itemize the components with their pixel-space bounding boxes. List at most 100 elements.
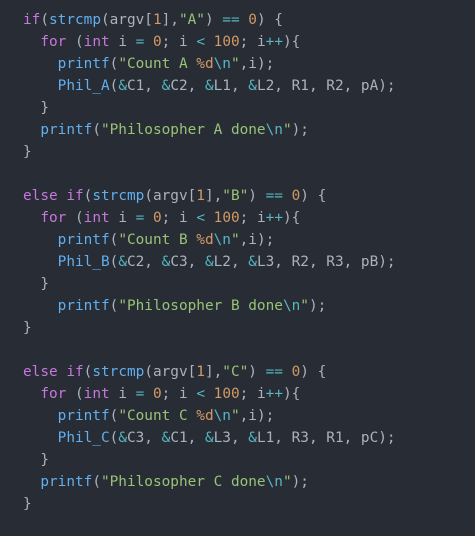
operator-token: \n: [282, 298, 301, 314]
plain-token: (: [109, 298, 119, 314]
plain-token: ; i: [161, 34, 197, 50]
code-line: for (int i = 0; i < 100; i++){: [23, 383, 396, 405]
function-token: printf: [57, 56, 110, 72]
number-token: 0: [153, 386, 162, 402]
plain-token: L2, R1, R2, pA);: [256, 78, 396, 94]
plain-token: ,i);: [239, 56, 275, 72]
code-line: }: [23, 317, 396, 339]
number-token: 1: [196, 188, 205, 204]
plain-token: ; i: [239, 386, 266, 402]
code-line: printf("Philosopher C done\n");: [23, 471, 396, 493]
string-token: "A": [178, 12, 205, 28]
plain-token: );: [291, 474, 309, 490]
operator-token: &: [204, 430, 214, 446]
operator-token: &: [248, 254, 257, 270]
keyword-token: for: [40, 34, 67, 50]
plain-token: L3,: [213, 430, 249, 446]
code-line: }: [23, 493, 396, 515]
plain-token: (: [40, 12, 49, 28]
number-token: 0: [153, 34, 162, 50]
string-token: ": [230, 56, 240, 72]
plain-token: (: [109, 232, 119, 248]
plain-token: L1,: [213, 78, 249, 94]
plain-token: (: [109, 408, 119, 424]
string-token: ": [230, 232, 240, 248]
plain-token: ],: [204, 364, 223, 380]
operator-token: &: [118, 254, 127, 270]
plain-token: C3,: [126, 430, 162, 446]
operator-token: &: [118, 430, 127, 446]
number-token: 100: [213, 34, 240, 50]
operator-token: \n: [265, 474, 283, 490]
code-line: }: [23, 141, 396, 163]
operator-token: &: [118, 78, 127, 94]
plain-token: C2,: [126, 254, 162, 270]
plain-token: L1, R3, R1, pC);: [256, 430, 396, 446]
operator-token: <: [196, 210, 205, 226]
number-token: 0: [291, 188, 301, 204]
plain-token: (: [66, 210, 84, 226]
string-token: "B": [222, 188, 249, 204]
code-line: printf("Philosopher A done\n");: [23, 119, 396, 141]
plain-token: }: [23, 496, 32, 512]
operator-token: \n: [213, 232, 231, 248]
code-line: }: [23, 273, 396, 295]
function-token: printf: [57, 408, 110, 424]
number-token: %d: [196, 408, 214, 424]
plain-token: );: [308, 298, 327, 314]
operator-token: \n: [213, 408, 231, 424]
code-editor[interactable]: if(strcmp(argv[1],"A") == 0) { for (int …: [23, 9, 396, 515]
plain-token: (argv[: [100, 12, 153, 28]
keyword-token: int: [83, 34, 110, 50]
code-line: for (int i = 0; i < 100; i++){: [23, 207, 396, 229]
string-token: "Count C: [118, 408, 197, 424]
keyword-token: for: [40, 210, 67, 226]
plain-token: ; i: [239, 210, 266, 226]
plain-token: ],: [204, 188, 223, 204]
string-token: ": [282, 122, 292, 138]
operator-token: \n: [213, 56, 231, 72]
operator-token: &: [248, 430, 257, 446]
plain-token: (: [109, 78, 119, 94]
function-token: Phil_A: [57, 78, 110, 94]
plain-token: ,i);: [239, 232, 275, 248]
operator-token: ==: [222, 12, 240, 28]
operator-token: ++: [265, 386, 283, 402]
plain-token: ){: [283, 386, 301, 402]
operator-token: <: [196, 34, 205, 50]
code-line: printf("Count C %d\n",i);: [23, 405, 396, 427]
number-token: 1: [152, 12, 162, 28]
function-token: Phil_B: [57, 254, 110, 270]
plain-token: }: [23, 452, 49, 468]
plain-token: (: [66, 386, 84, 402]
function-token: strcmp: [92, 364, 145, 380]
keyword-token: if: [23, 12, 41, 28]
operator-token: <: [196, 386, 205, 402]
plain-token: (: [109, 430, 119, 446]
string-token: "Count A: [118, 56, 197, 72]
plain-token: C3,: [170, 254, 205, 270]
string-token: "Philosopher B done: [118, 298, 283, 314]
keyword-token: int: [83, 210, 110, 226]
operator-token: ++: [265, 34, 283, 50]
plain-token: L3, R2, R3, pB);: [256, 254, 396, 270]
number-token: 0: [153, 210, 162, 226]
